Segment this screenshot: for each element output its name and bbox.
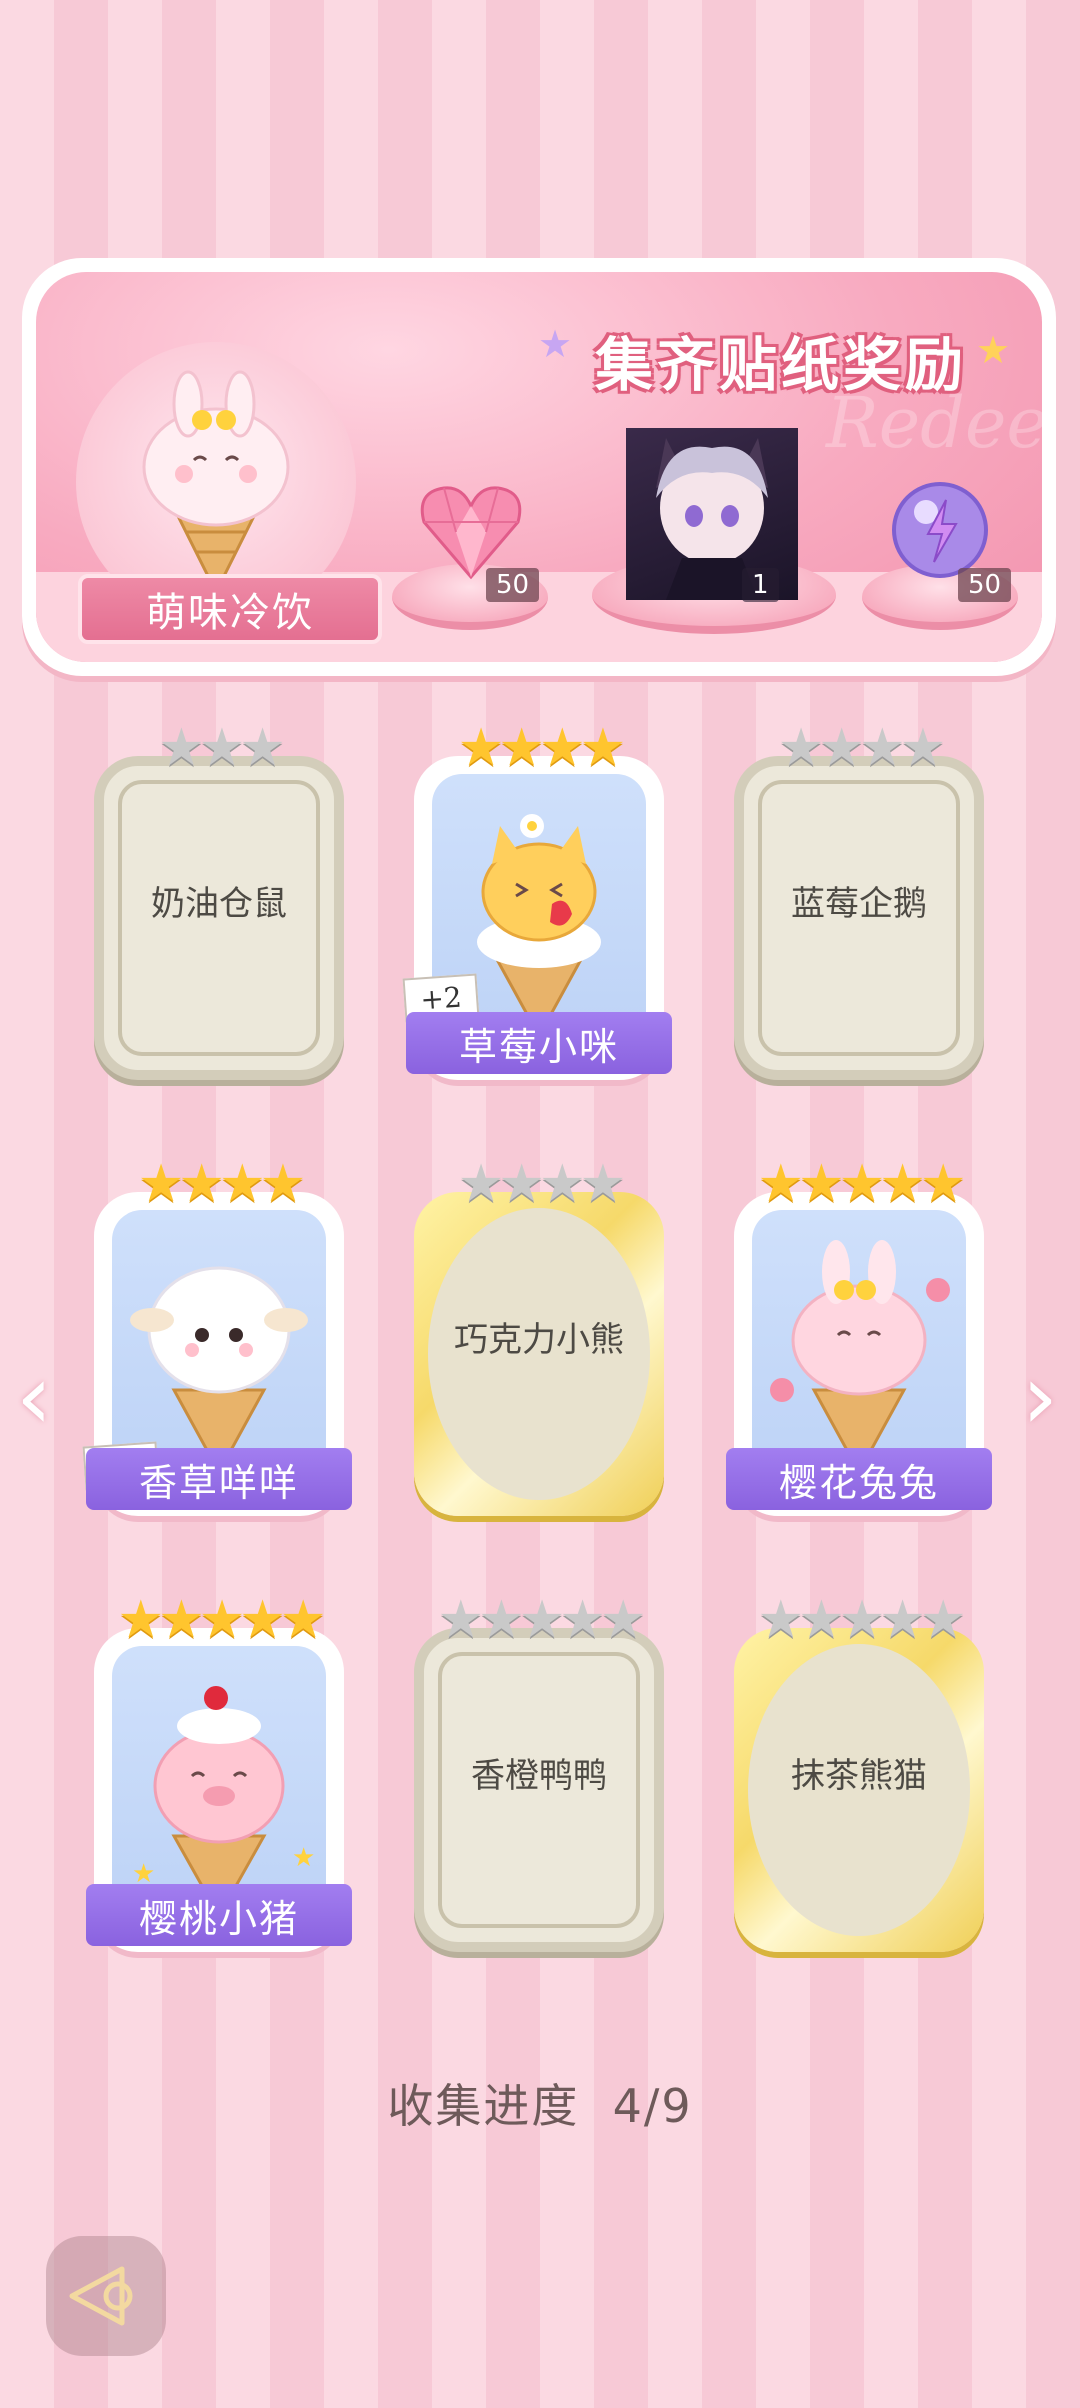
pink-heart-gem-icon[interactable] [416,482,526,582]
sticker-name-ribbon: 草莓小咪 [406,1012,672,1074]
sticker-name: 香橙鸭鸭 [471,1756,607,1796]
theme-name: 萌味冷饮 [146,590,314,636]
sticker-name: 抹茶熊猫 [791,1756,927,1796]
sticker-name: 樱花兔兔 [778,1460,939,1505]
sticker-card[interactable]: 香橙鸭鸭 ★★★★★ [414,1590,664,1952]
purple-energy-orb-icon[interactable] [888,478,992,582]
sticker-name: 草莓小咪 [458,1024,619,1069]
collection-progress: 收集进度 4/9 [0,2070,1080,2136]
next-page-icon[interactable]: › [1022,1345,1058,1450]
sticker-card[interactable]: 樱花兔兔 ★★★★★ [726,1154,992,1516]
reward-count: 1 [742,568,779,602]
svg-text:★: ★ [292,1843,315,1873]
sticker-name-ribbon: 香草咩咩 [86,1448,352,1510]
star-rating: ★★★★ [457,1154,626,1214]
sticker-name: 奶油仓鼠 [151,884,287,924]
star-rating: ★★★★★ [117,1590,326,1650]
sticker-name-ribbon: 樱花兔兔 [726,1448,992,1510]
sticker-card[interactable]: 蓝莓企鹅 ★★★★ [734,718,984,1080]
reward-count: 50 [486,568,540,602]
star-rating: ★★★★ [137,1154,306,1214]
star-rating: ★★★★★ [757,1154,966,1214]
sticker-card[interactable]: 抹茶熊猫 ★★★★★ [734,1590,984,1952]
sticker-card[interactable]: ★ ★ 樱桃小猪 ★★★★★ [86,1590,352,1952]
sticker-name: 樱桃小猪 [138,1896,299,1941]
sticker-card[interactable]: +3 香草咩咩 ★★★★ [82,1154,352,1516]
reward-banner-panel: Redeem ★ ★ 集齐贴纸奖励 萌味冷饮 [36,272,1042,662]
star-rating: ★★★ [158,718,286,778]
sticker-name: 香草咩咩 [138,1460,299,1505]
star-rating: ★★★★ [777,718,946,778]
star-rating: ★★★★★ [437,1590,646,1650]
reward-count: 50 [958,568,1012,602]
sticker-name: 巧克力小熊 [454,1320,624,1360]
back-arrow-icon [69,2266,133,2326]
back-button[interactable] [46,2236,166,2356]
sticker-card[interactable]: 奶油仓鼠 ★★★ [94,718,344,1080]
theme-name-label: 萌味冷饮 [78,574,382,644]
sticker-card[interactable]: +2 草莓小咪 ★★★★ [402,718,672,1080]
progress-label: 收集进度 [387,2079,580,2133]
star-rating: ★★★★★ [757,1590,966,1650]
star-rating: ★★★★ [457,718,626,778]
reward-banner: Redeem ★ ★ 集齐贴纸奖励 萌味冷饮 [22,258,1056,676]
sticker-card[interactable]: 巧克力小熊 ★★★★ [414,1154,664,1516]
banner-title-plate: 集齐贴纸奖励 [566,308,996,412]
banner-title: 集齐贴纸奖励 [594,331,967,399]
sticker-name-ribbon: 樱桃小猪 [86,1884,352,1946]
previous-page-icon[interactable]: ‹ [16,1345,52,1450]
progress-value: 4/9 [612,2079,693,2133]
sticker-name: 蓝莓企鹅 [791,884,927,924]
